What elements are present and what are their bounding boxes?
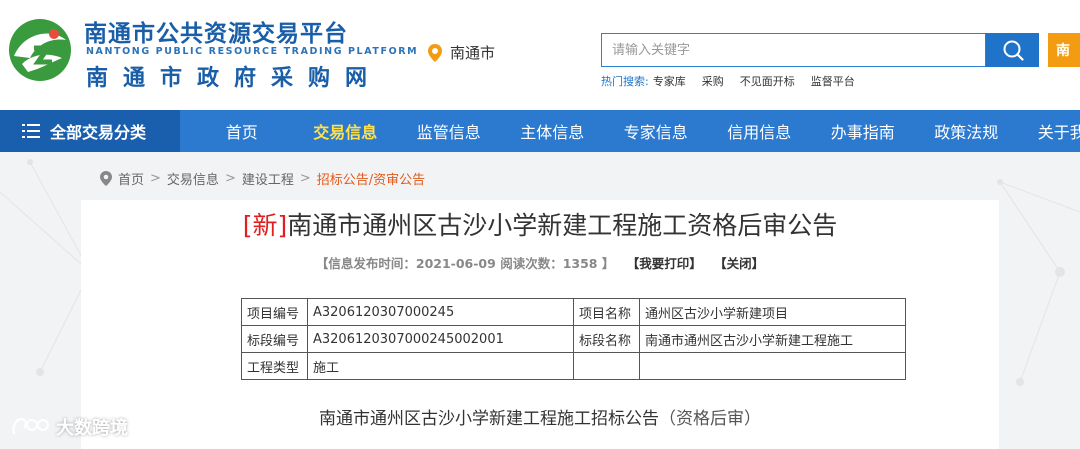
- nav-item-experts[interactable]: 专家信息: [604, 110, 708, 152]
- nav-item-policy[interactable]: 政策法规: [915, 110, 1019, 152]
- hot-search-item[interactable]: 专家库: [653, 73, 686, 89]
- publish-date: 2021-06-09: [415, 256, 496, 271]
- nav-item-home[interactable]: 首页: [190, 110, 294, 152]
- breadcrumb-current[interactable]: 招标公告/资审公告: [317, 169, 425, 188]
- project-info-table: 项目编号 A3206120307000245 项目名称 通州区古沙小学新建项目 …: [241, 298, 906, 380]
- table-value: 施工: [307, 352, 574, 380]
- watermark: 大数跨境: [10, 414, 128, 440]
- site-title-en: NANTONG PUBLIC RESOURCE TRADING PLATFORM: [86, 46, 419, 57]
- table-key: 项目名称: [573, 298, 640, 326]
- views-count: 1358: [562, 256, 598, 271]
- meta-bracket: 】: [601, 256, 615, 271]
- breadcrumb-separator: >: [299, 171, 311, 186]
- breadcrumb: 首页 > 交易信息 > 建设工程 > 招标公告/资审公告: [100, 169, 425, 188]
- watermark-text: 大数跨境: [56, 418, 128, 439]
- search-input[interactable]: [602, 34, 985, 66]
- table-key: 项目编号: [241, 298, 308, 326]
- nav-item-guide[interactable]: 办事指南: [811, 110, 915, 152]
- nav-item-about[interactable]: 关于我们: [1018, 110, 1080, 152]
- breadcrumb-pin-icon: [100, 171, 112, 186]
- nav-items: 首页 交易信息 监管信息 主体信息 专家信息 信用信息 办事指南 政策法规 关于…: [190, 110, 1080, 152]
- all-categories-label: 全部交易分类: [50, 123, 147, 142]
- nav-item-credit[interactable]: 信用信息: [708, 110, 812, 152]
- article-meta: 【信息发布时间：2021-06-09 阅读次数：1358 】 【我要打印】 【关…: [81, 253, 999, 272]
- site-title: 南通市公共资源交易平台: [84, 21, 348, 47]
- nav-item-supervision[interactable]: 监管信息: [397, 110, 501, 152]
- breadcrumb-separator: >: [150, 171, 161, 186]
- table-key: 工程类型: [241, 352, 308, 380]
- breadcrumb-separator: >: [224, 171, 236, 186]
- article-title: [新]南通市通州区古沙小学新建工程施工资格后审公告: [81, 206, 999, 242]
- search-icon: [1003, 40, 1024, 61]
- nantong-logo-icon[interactable]: [8, 18, 72, 82]
- table-value: A3206120307000245002001: [307, 325, 574, 353]
- publish-label: 信息发布时间：: [328, 256, 416, 271]
- breadcrumb-item[interactable]: 交易信息: [167, 169, 219, 188]
- print-button[interactable]: 【我要打印】: [627, 256, 702, 271]
- site-header: 南通市公共资源交易平台 NANTONG PUBLIC RESOURCE TRAD…: [0, 0, 1080, 110]
- search-box: [601, 33, 986, 67]
- table-row: 标段编号 A3206120307000245002001 标段名称 南通市通州区…: [241, 325, 906, 353]
- site-subtitle: 南通市政府采购网: [86, 66, 383, 91]
- article-subtitle-text: 南通市通州区古沙小学新建工程施工招标公告: [319, 409, 659, 429]
- table-key: [573, 352, 640, 380]
- hot-search-item[interactable]: 采购: [702, 73, 724, 89]
- search-button[interactable]: [986, 33, 1039, 67]
- hot-search-label: 热门搜索:: [601, 75, 649, 88]
- table-value: 通州区古沙小学新建项目: [639, 298, 906, 326]
- hot-search-item[interactable]: 监督平台: [811, 73, 855, 89]
- table-key: 标段名称: [573, 325, 640, 353]
- table-value: 南通市通州区古沙小学新建工程施工: [639, 325, 906, 353]
- hot-searches: 热门搜索: 专家库 采购 不见面开标 监督平台: [601, 73, 855, 89]
- new-tag: [新]: [242, 211, 288, 240]
- table-key: 标段编号: [241, 325, 308, 353]
- all-categories-button[interactable]: 全部交易分类: [0, 110, 180, 152]
- article-title-text: 南通市通州区古沙小学新建工程施工资格后审公告: [287, 211, 838, 240]
- location-label: 南通市: [450, 44, 496, 62]
- menu-list-icon: [22, 124, 40, 138]
- breadcrumb-item[interactable]: 首页: [118, 169, 144, 188]
- views-label: 阅读次数：: [500, 256, 563, 271]
- orange-side-button[interactable]: 南: [1048, 33, 1080, 67]
- location-pin-icon: [428, 43, 442, 62]
- hot-search-item[interactable]: 不见面开标: [740, 73, 795, 89]
- breadcrumb-item[interactable]: 建设工程: [242, 169, 294, 188]
- table-row: 项目编号 A3206120307000245 项目名称 通州区古沙小学新建项目: [241, 298, 906, 326]
- meta-bracket: 【: [315, 256, 329, 271]
- table-value: [639, 352, 906, 380]
- watermark-logo-icon: [12, 417, 49, 435]
- location-selector[interactable]: 南通市: [428, 42, 495, 63]
- nav-item-entities[interactable]: 主体信息: [501, 110, 605, 152]
- table-value: A3206120307000245: [307, 298, 574, 326]
- article-subtitle: 南通市通州区古沙小学新建工程施工招标公告（资格后审）: [81, 404, 999, 429]
- main-nav: 全部交易分类 首页 交易信息 监管信息 主体信息 专家信息 信用信息 办事指南 …: [0, 110, 1080, 152]
- close-button[interactable]: 【关闭】: [714, 256, 764, 271]
- nav-item-trading-info[interactable]: 交易信息: [294, 110, 398, 152]
- article-subtitle-paren: （资格后审）: [659, 409, 761, 429]
- table-row: 工程类型 施工: [241, 352, 906, 380]
